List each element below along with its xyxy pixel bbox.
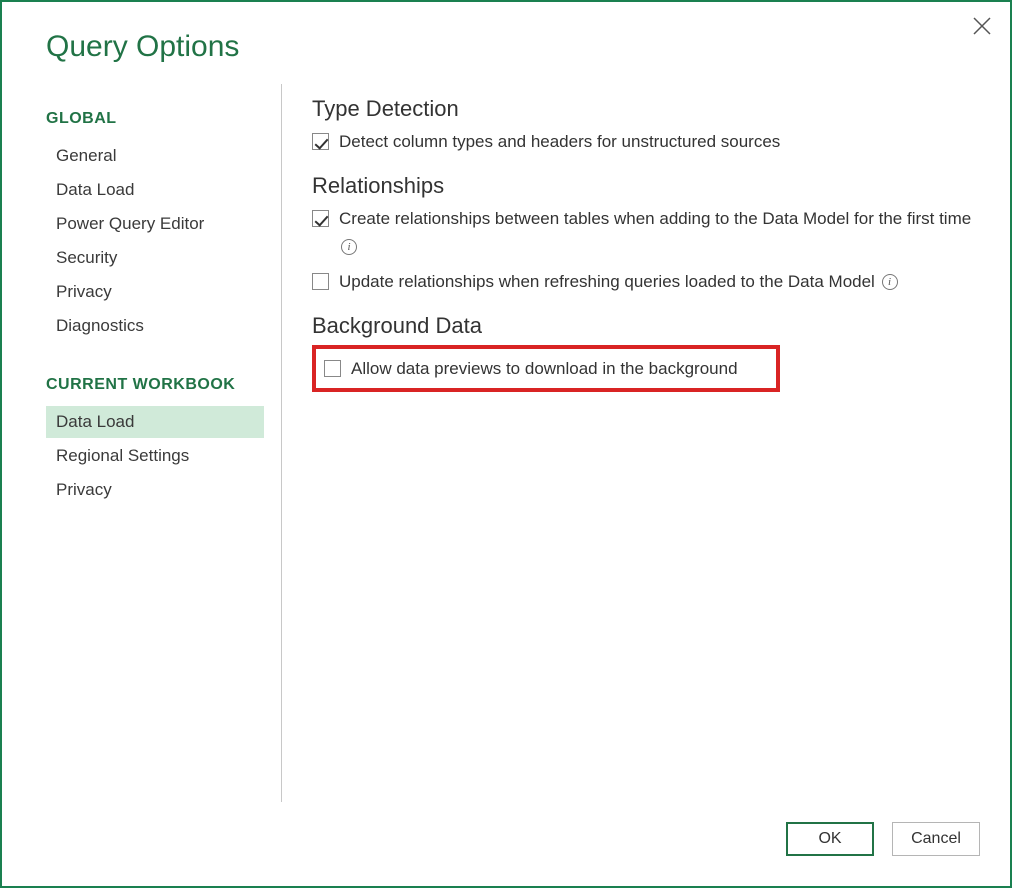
sidebar-header-current-workbook: CURRENT WORKBOOK [46,376,281,394]
option-create-relationships[interactable]: Create relationships between tables when… [312,205,988,259]
heading-background-data: Background Data [312,313,988,339]
sidebar-item-data-load-current[interactable]: Data Load [46,406,264,438]
label-create-relationships-text: Create relationships between tables when… [339,209,971,228]
option-background-download[interactable]: Allow data previews to download in the b… [324,355,768,382]
highlight-box: Allow data previews to download in the b… [312,345,780,392]
sidebar-item-security[interactable]: Security [46,242,264,274]
sidebar-item-privacy-global[interactable]: Privacy [46,276,264,308]
query-options-dialog: Query Options GLOBAL General Data Load P… [0,0,1012,888]
content-panel: Type Detection Detect column types and h… [282,84,1010,802]
sidebar-item-diagnostics[interactable]: Diagnostics [46,310,264,342]
option-detect-column-types[interactable]: Detect column types and headers for unst… [312,128,988,155]
option-update-relationships[interactable]: Update relationships when refreshing que… [312,268,988,295]
info-icon[interactable]: i [882,274,898,290]
sidebar-item-general[interactable]: General [46,140,264,172]
sidebar: GLOBAL General Data Load Power Query Edi… [46,84,282,802]
sidebar-header-global: GLOBAL [46,110,281,128]
ok-button[interactable]: OK [786,822,874,856]
label-update-relationships: Update relationships when refreshing que… [339,268,898,295]
checkbox-detect-column-types[interactable] [312,133,329,150]
checkbox-create-relationships[interactable] [312,210,329,227]
cancel-button[interactable]: Cancel [892,822,980,856]
label-update-relationships-text: Update relationships when refreshing que… [339,272,875,291]
checkbox-background-download[interactable] [324,360,341,377]
checkbox-update-relationships[interactable] [312,273,329,290]
close-icon[interactable] [972,16,992,36]
dialog-title: Query Options [46,30,1010,64]
dialog-footer: OK Cancel [2,802,1010,886]
label-create-relationships: Create relationships between tables when… [339,205,988,259]
sidebar-item-privacy-current[interactable]: Privacy [46,474,264,506]
sidebar-item-power-query-editor[interactable]: Power Query Editor [46,208,264,240]
heading-relationships: Relationships [312,173,988,199]
label-background-download: Allow data previews to download in the b… [351,355,738,382]
sidebar-item-data-load-global[interactable]: Data Load [46,174,264,206]
sidebar-item-regional-settings[interactable]: Regional Settings [46,440,264,472]
label-detect-column-types: Detect column types and headers for unst… [339,128,780,155]
info-icon[interactable]: i [341,239,357,255]
heading-type-detection: Type Detection [312,96,988,122]
